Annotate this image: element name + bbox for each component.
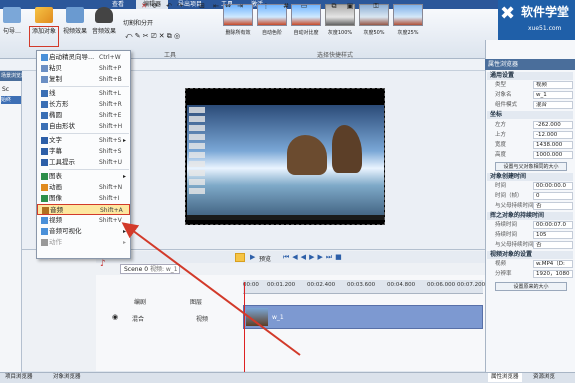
annotation-arrow: [121, 222, 301, 356]
